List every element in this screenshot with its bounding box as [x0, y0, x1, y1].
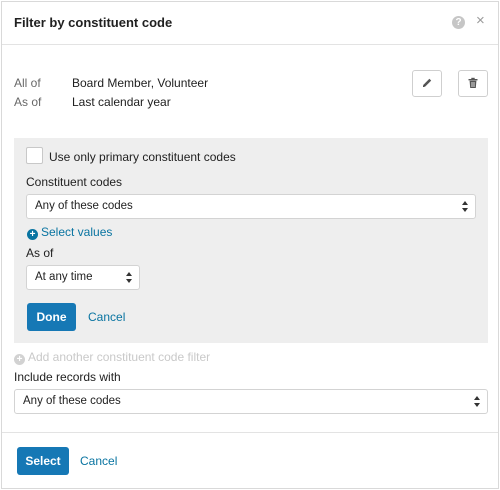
- filter-editor-panel: Use only primary constituent codes Const…: [14, 138, 488, 343]
- plus-circle-icon: +: [14, 354, 25, 365]
- constituent-codes-label: Constituent codes: [26, 175, 123, 189]
- help-icon[interactable]: ?: [452, 16, 465, 29]
- primary-codes-label: Use only primary constituent codes: [49, 150, 236, 164]
- select-arrows-icon: [462, 201, 468, 212]
- trash-icon: [468, 77, 478, 88]
- include-records-label: Include records with: [14, 370, 121, 384]
- summary-value-all-of: Board Member, Volunteer: [72, 76, 208, 90]
- select-value: Any of these codes: [35, 200, 133, 212]
- footer-cancel-link[interactable]: Cancel: [80, 454, 117, 468]
- summary-row-all-of: All of: [14, 76, 41, 90]
- primary-codes-checkbox[interactable]: [26, 147, 43, 164]
- dialog-title: Filter by constituent code: [14, 15, 173, 30]
- summary-value-as-of: Last calendar year: [72, 95, 171, 109]
- select-values-label: Select values: [41, 225, 113, 239]
- close-icon[interactable]: ×: [476, 13, 485, 29]
- select-value: Any of these codes: [23, 395, 121, 407]
- plus-circle-icon: +: [27, 229, 38, 240]
- select-values-link[interactable]: + Select values: [27, 225, 112, 240]
- summary-value: Board Member, Volunteer: [72, 76, 209, 90]
- footer-divider: [2, 432, 498, 433]
- editor-cancel-link[interactable]: Cancel: [88, 310, 125, 324]
- summary-row-as-of: As of: [14, 95, 41, 109]
- include-records-select[interactable]: Any of these codes: [14, 389, 488, 414]
- edit-button[interactable]: [412, 70, 442, 97]
- summary-label: As of: [14, 95, 42, 109]
- delete-button[interactable]: [458, 70, 488, 97]
- constituent-codes-select[interactable]: Any of these codes: [26, 194, 476, 219]
- add-filter-label: Add another constituent code filter: [28, 350, 211, 364]
- dialog-header: Filter by constituent code ? ×: [2, 2, 498, 45]
- pencil-icon: [423, 78, 432, 87]
- select-arrows-icon: [126, 272, 132, 283]
- select-value: At any time: [35, 271, 93, 283]
- summary-label: All of: [14, 76, 41, 90]
- as-of-label: As of: [26, 246, 54, 260]
- as-of-select[interactable]: At any time: [26, 265, 140, 290]
- select-arrows-icon: [474, 396, 480, 407]
- filter-dialog: Filter by constituent code ? × All of Bo…: [1, 1, 499, 489]
- add-filter-link[interactable]: + Add another constituent code filter: [14, 350, 210, 365]
- done-button[interactable]: Done: [27, 303, 76, 331]
- select-button[interactable]: Select: [17, 447, 69, 475]
- summary-value: Last calendar year: [72, 95, 171, 109]
